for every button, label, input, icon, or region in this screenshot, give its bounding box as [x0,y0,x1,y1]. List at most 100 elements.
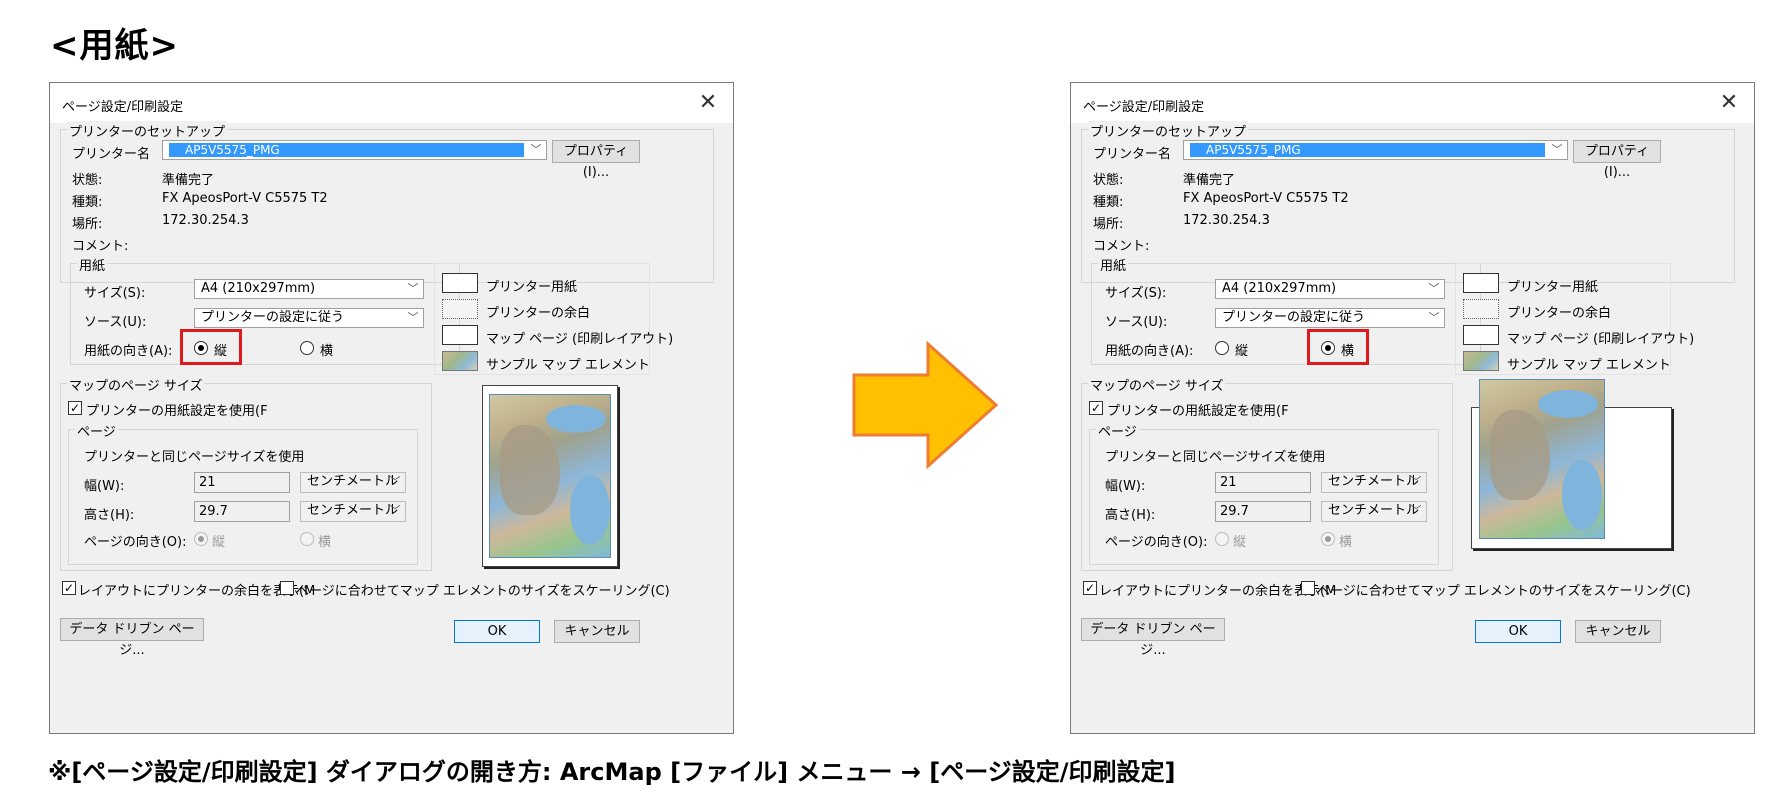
dialog-titlebar: ページ設定/印刷設定 ✕ [1071,83,1754,123]
cancel-button[interactable]: キャンセル [1575,620,1661,643]
printer-name-select[interactable]: AP5V5575_PMG ﹀ [1183,140,1568,160]
paper-size-value: A4 (210x297mm) [201,281,316,296]
page-portrait-radio[interactable] [1215,532,1229,546]
page-setup-dialog-landscape: ページ設定/印刷設定 ✕ プリンターのセットアップ プリンター名 AP5V557… [1070,82,1755,734]
paper-size-select[interactable]: A4 (210x297mm) ﹀ [194,279,424,299]
legend-sample-map: サンプル マップ エレメント [1507,358,1671,373]
width-label: 幅(W): [84,479,125,494]
page-group-label: ページ [75,421,118,440]
paper-source-select[interactable]: プリンターの設定に従う ﹀ [194,308,424,328]
close-icon[interactable]: ✕ [693,89,723,117]
use-printer-paper-label: プリンターの用紙設定を使用(F [1107,404,1289,419]
printer-name-select[interactable]: AP5V5575_PMG ﹀ [162,140,547,160]
legend-printer-margin: プリンターの余白 [1507,306,1612,321]
width-unit-value: センチメートル [1328,474,1420,489]
width-field[interactable]: 21 [1215,472,1311,493]
printer-name-value: AP5V5575_PMG [169,143,524,157]
landscape-label: 横 [320,344,334,359]
page-landscape-radio[interactable] [300,532,314,546]
width-unit-select[interactable]: センチメートル ﹀ [300,472,406,493]
printer-setup-label: プリンターのセットアップ [1088,121,1249,140]
comment-label: コメント: [72,239,129,254]
dialog-title: ページ設定/印刷設定 [62,100,184,115]
scale-elements-checkbox[interactable] [1301,581,1315,595]
page-preview-portrait [482,385,618,567]
height-field[interactable]: 29.7 [194,501,290,522]
data-driven-pages-button[interactable]: データ ドリブン ページ... [60,618,204,658]
status-value: 準備完了 [162,173,215,188]
chevron-down-icon: ﹀ [1428,311,1440,324]
use-printer-paper-checkbox[interactable]: ✓ [68,401,82,415]
map-page-size-label: マップのページ サイズ [67,375,205,394]
type-label: 種類: [1093,195,1124,210]
orientation-highlight [180,329,242,365]
sample-map-swatch [1463,351,1499,371]
chevron-down-icon: ﹀ [1410,504,1422,517]
landscape-radio[interactable] [300,341,314,355]
comment-label: コメント: [1093,239,1150,254]
page-landscape-radio[interactable] [1321,532,1335,546]
properties-button[interactable]: プロパティ(I)... [552,140,640,180]
source-label: ソース(U): [1105,315,1168,330]
orientation-label: 用紙の向き(A): [84,344,173,359]
paper-group-label: 用紙 [1098,255,1129,274]
height-unit-select[interactable]: センチメートル ﹀ [1321,501,1427,522]
ok-button[interactable]: OK [1475,620,1561,643]
height-label: 高さ(H): [1105,508,1156,523]
legend-printer-paper: プリンター用紙 [1507,280,1599,295]
portrait-radio[interactable] [1215,341,1229,355]
page-portrait-label: 縦 [212,535,226,550]
page-portrait-radio[interactable] [194,532,208,546]
map-page-swatch [1463,325,1499,345]
chevron-down-icon: ﹀ [1551,143,1563,156]
width-unit-select[interactable]: センチメートル ﹀ [1321,472,1427,493]
paper-source-select[interactable]: プリンターの設定に従う ﹀ [1215,308,1445,328]
chevron-down-icon: ﹀ [389,504,401,517]
dialog-titlebar: ページ設定/印刷設定 ✕ [50,83,733,123]
page-title: <用紙> [50,26,179,66]
printer-name-label: プリンター名 [1093,147,1172,162]
height-unit-select[interactable]: センチメートル ﹀ [300,501,406,522]
size-label: サイズ(S): [84,286,146,301]
height-label: 高さ(H): [84,508,135,523]
page-setup-dialog-portrait: ページ設定/印刷設定 ✕ プリンターのセットアップ プリンター名 AP5V557… [49,82,734,734]
width-field[interactable]: 21 [194,472,290,493]
ok-button[interactable]: OK [454,620,540,643]
printer-name-label: プリンター名 [72,147,151,162]
legend-map-page: マップ ページ (印刷レイアウト) [486,332,674,347]
data-driven-pages-button[interactable]: データ ドリブン ページ... [1081,618,1225,658]
paper-source-value: プリンターの設定に従う [1222,310,1366,325]
status-label: 状態: [72,173,103,188]
paper-size-select[interactable]: A4 (210x297mm) ﹀ [1215,279,1445,299]
same-as-printer-label: プリンターと同じページサイズを使用 [1105,450,1326,465]
source-label: ソース(U): [84,315,147,330]
close-icon[interactable]: ✕ [1714,89,1744,117]
show-margins-checkbox[interactable]: ✓ [1083,581,1097,595]
legend-printer-margin: プリンターの余白 [486,306,591,321]
height-unit-value: センチメートル [307,503,399,518]
page-portrait-label: 縦 [1233,535,1247,550]
chevron-down-icon: ﹀ [1428,282,1440,295]
chevron-down-icon: ﹀ [407,282,419,295]
printer-margin-swatch [1463,299,1499,319]
type-label: 種類: [72,195,103,210]
use-printer-paper-checkbox[interactable]: ✓ [1089,401,1103,415]
paper-group-label: 用紙 [77,255,108,274]
location-value: 172.30.254.3 [1183,213,1270,228]
legend-sample-map: サンプル マップ エレメント [486,358,650,373]
height-field[interactable]: 29.7 [1215,501,1311,522]
width-unit-value: センチメートル [307,474,399,489]
same-as-printer-label: プリンターと同じページサイズを使用 [84,450,305,465]
page-landscape-label: 横 [1339,535,1353,550]
paper-source-value: プリンターの設定に従う [201,310,345,325]
legend-printer-paper: プリンター用紙 [486,280,578,295]
cancel-button[interactable]: キャンセル [554,620,640,643]
printer-setup-label: プリンターのセットアップ [67,121,228,140]
size-label: サイズ(S): [1105,286,1167,301]
properties-button[interactable]: プロパティ(I)... [1573,140,1661,180]
type-value: FX ApeosPort-V C5575 T2 [162,191,328,206]
scale-elements-checkbox[interactable] [280,581,294,595]
height-unit-value: センチメートル [1328,503,1420,518]
page-orientation-label: ページの向き(O): [84,535,187,550]
show-margins-checkbox[interactable]: ✓ [62,581,76,595]
